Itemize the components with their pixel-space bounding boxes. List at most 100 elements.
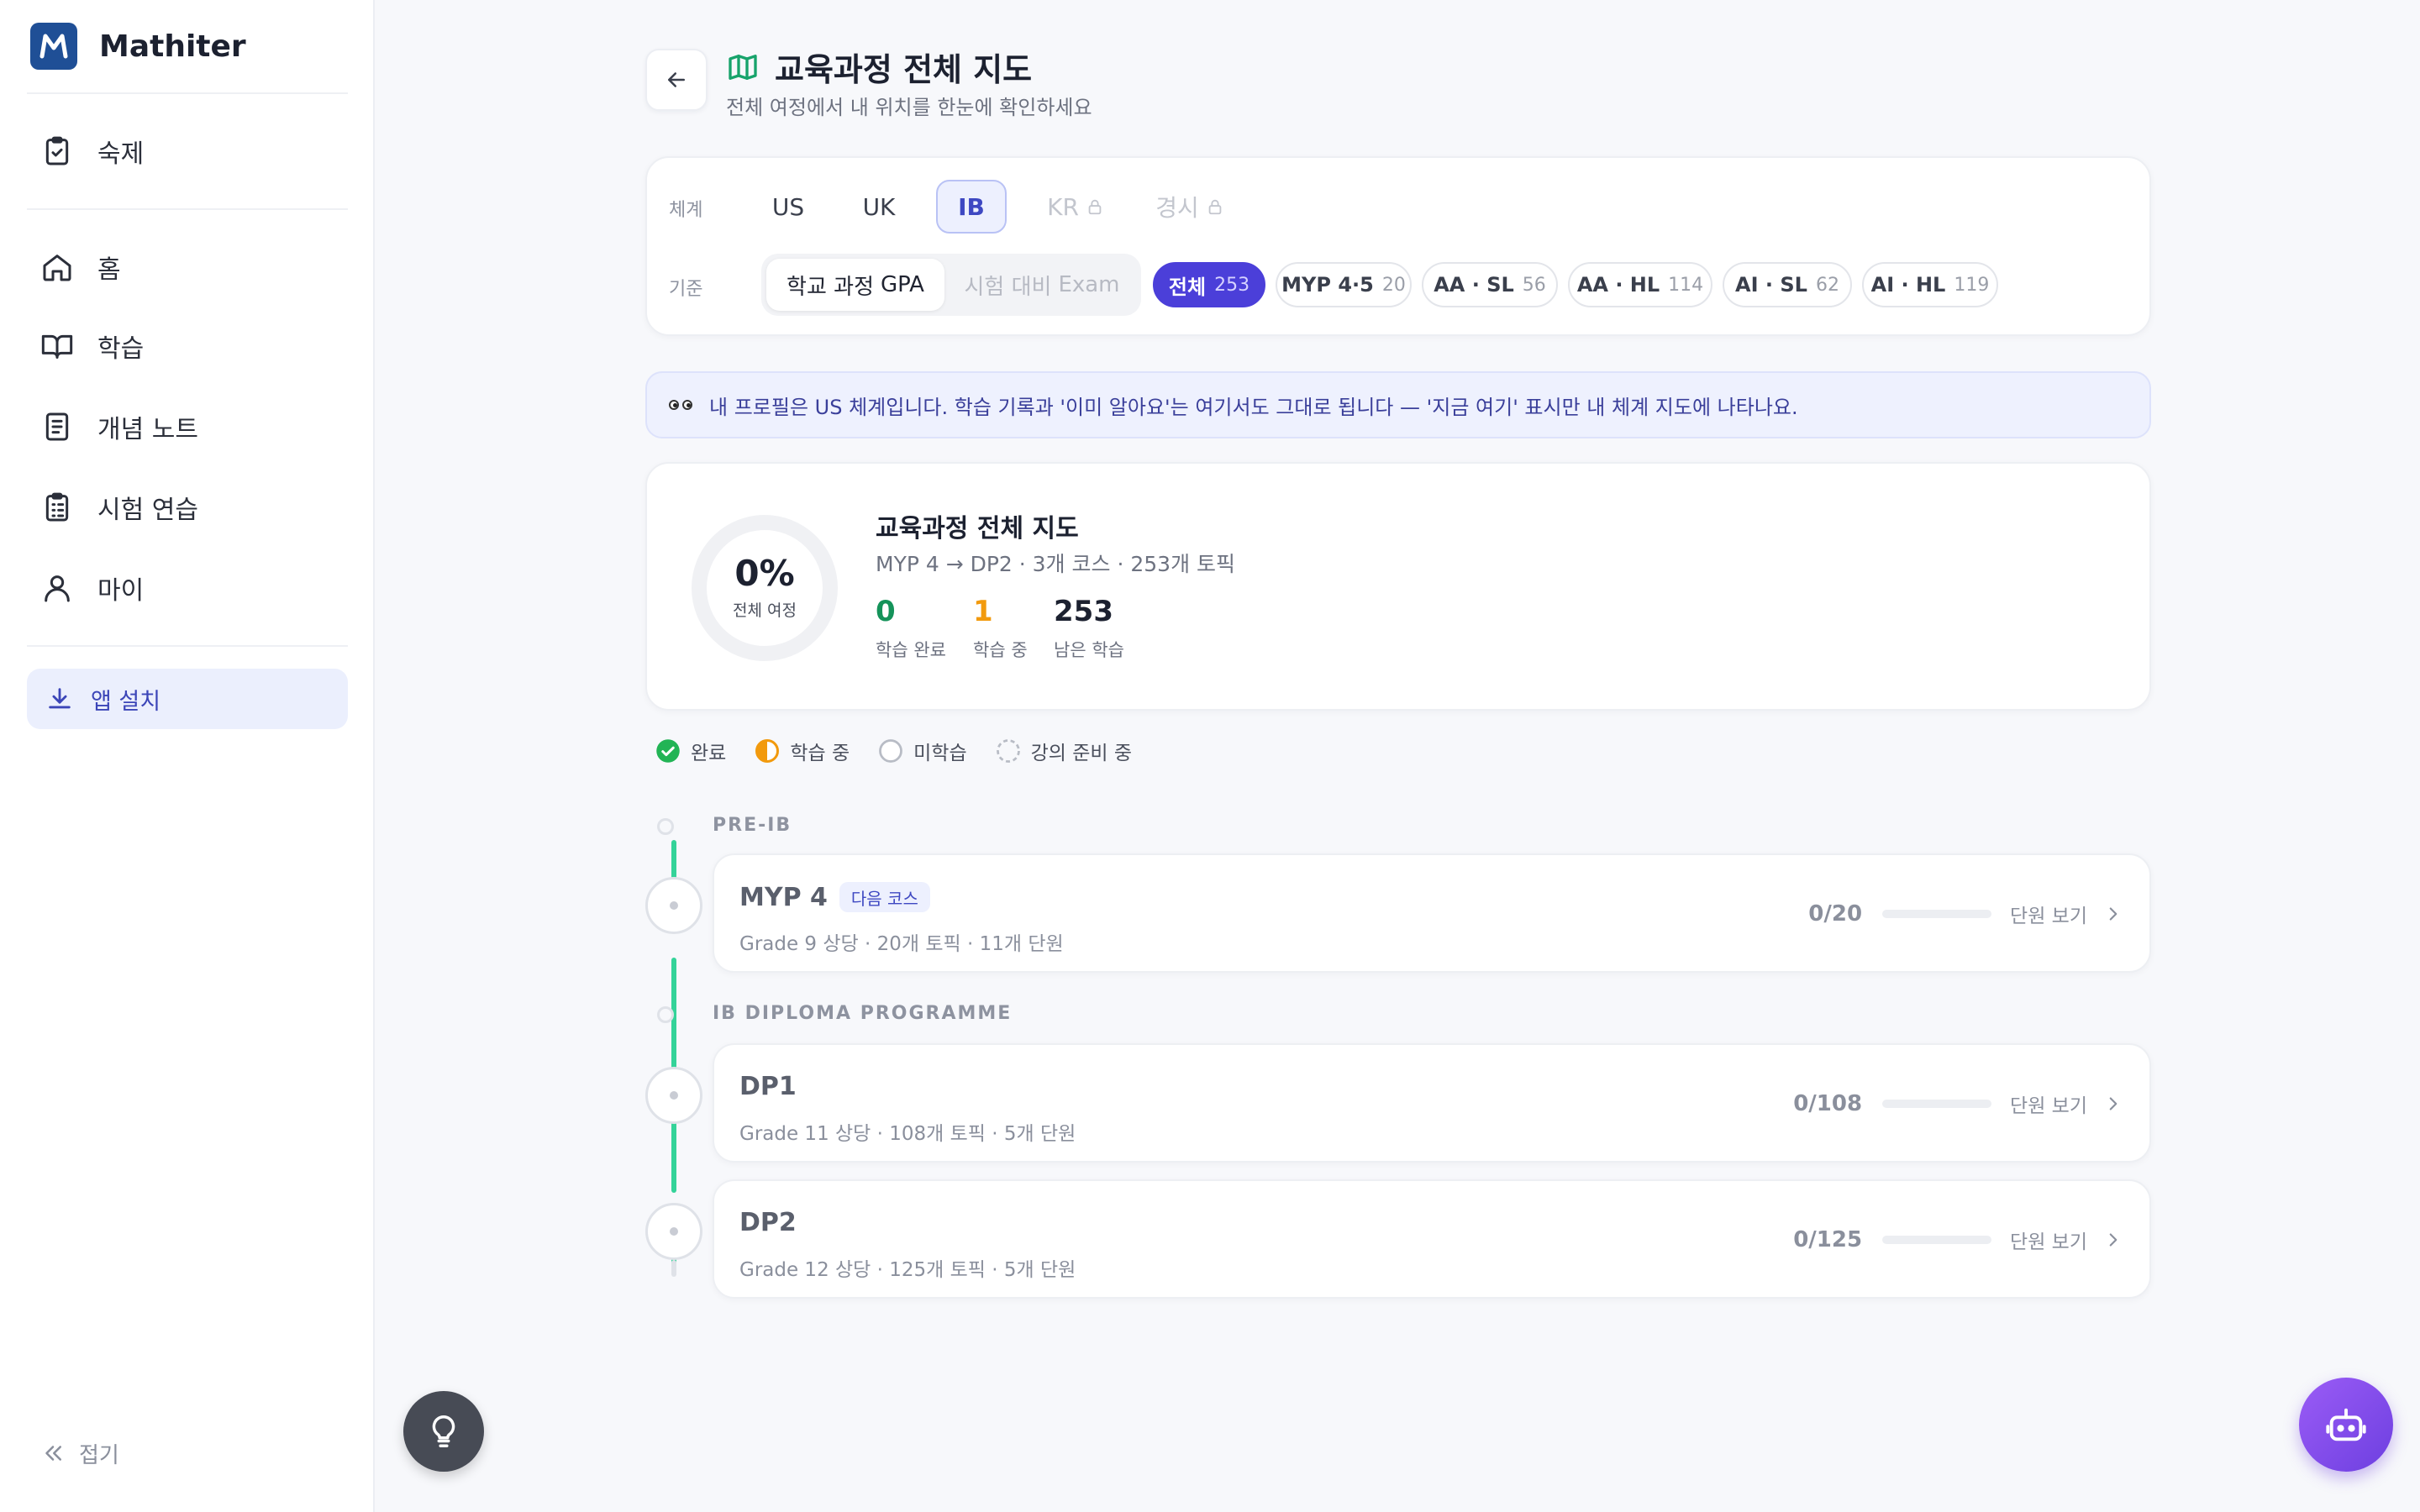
- course-progress: 0/20: [1808, 901, 1863, 927]
- course-progress-bar: [1882, 910, 1992, 918]
- sidebar-item-label: 시험 연습: [97, 496, 198, 525]
- half-circle-icon: [755, 739, 780, 763]
- lightbulb-icon: [432, 1415, 455, 1447]
- stat-in-progress: 1 학습 중: [973, 595, 1028, 662]
- sidebar-item-study[interactable]: 학습: [27, 314, 348, 378]
- stat-value: 253: [1054, 595, 1113, 628]
- sidebar-item-label: 개념 노트: [97, 415, 198, 444]
- course-node: [645, 1203, 702, 1260]
- tips-button[interactable]: [403, 1391, 484, 1472]
- sidebar-item-homework[interactable]: 숙제: [27, 119, 348, 183]
- sidebar-item-label: 마이: [97, 576, 145, 606]
- course-node: [645, 1067, 702, 1124]
- system-tab-olympiad[interactable]: 경시: [1143, 180, 1237, 234]
- dashed-circle-icon: [996, 739, 1020, 763]
- course-meta: Grade 9 상당 · 20개 토픽 · 11개 단원: [739, 933, 1064, 955]
- overall-percent-label: 전체 여정: [733, 601, 797, 620]
- system-filter-label: 체계: [669, 200, 703, 221]
- legend-item-in-progress: 학습 중: [755, 737, 850, 765]
- stat-label: 학습 중: [973, 640, 1028, 660]
- chevrons-left-icon: [45, 1446, 61, 1461]
- check-circle-icon: [656, 739, 680, 763]
- course-progress: 0/108: [1793, 1091, 1863, 1116]
- course-card-dp1[interactable]: DP1 Grade 11 상당 · 108개 토픽 · 5개 단원 0/108 …: [713, 1043, 2151, 1163]
- sidebar: Mathiter 숙제 홈 학습 개념 노트 시험 연습 마이 앱 설치 접기: [0, 0, 375, 1512]
- page-title: 교육과정 전체 지도: [775, 51, 1033, 88]
- system-tab-label: KR: [1047, 192, 1079, 221]
- ai-assistant-button[interactable]: [2299, 1378, 2393, 1472]
- install-app-label: 앱 설치: [91, 688, 161, 715]
- course-meta: Grade 11 상당 · 108개 토픽 · 5개 단원: [739, 1123, 1076, 1145]
- system-tab-uk[interactable]: UK: [837, 180, 921, 234]
- status-legend: 완료 학습 중 미학습 강의 준비 중: [655, 736, 1160, 766]
- system-tab-ib[interactable]: IB: [936, 180, 1007, 234]
- stat-label: 학습 완료: [876, 640, 946, 660]
- next-course-badge: 다음 코스: [839, 882, 930, 912]
- install-app-button[interactable]: 앱 설치: [27, 669, 348, 729]
- sidebar-item-concept-notes[interactable]: 개념 노트: [27, 395, 348, 459]
- robot-icon: [2326, 1408, 2366, 1441]
- chip-aa-sl[interactable]: AA · SL 56: [1422, 262, 1558, 307]
- basis-option-school[interactable]: 학교 과정 GPA: [766, 259, 944, 311]
- sidebar-item-my[interactable]: 마이: [27, 556, 348, 620]
- overall-percent: 0%: [734, 553, 795, 594]
- lock-icon: [1088, 199, 1102, 215]
- profile-notice: 내 프로필은 US 체계입니다. 학습 기록과 '이미 알아요'는 여기서도 그…: [645, 371, 2151, 438]
- brand-name: Mathiter: [99, 29, 246, 64]
- download-icon: [49, 688, 71, 709]
- chip-aa-hl[interactable]: AA · HL 114: [1568, 262, 1712, 307]
- course-progress-bar: [1882, 1236, 1992, 1244]
- view-units-link[interactable]: 단원 보기: [2010, 1089, 2087, 1118]
- sidebar-divider: [27, 92, 348, 94]
- stat-value: 1: [973, 595, 993, 628]
- view-units-link[interactable]: 단원 보기: [2010, 1226, 2087, 1254]
- legend-item-completed: 완료: [655, 737, 726, 765]
- clipboard-check-icon: [45, 136, 69, 165]
- chip-ai-sl[interactable]: AI · SL 62: [1723, 262, 1852, 307]
- course-card-dp2[interactable]: DP2 Grade 12 상당 · 125개 토픽 · 5개 단원 0/125 …: [713, 1179, 2151, 1299]
- system-tab-us[interactable]: US: [746, 180, 830, 234]
- chip-all[interactable]: 전체 253: [1153, 262, 1265, 307]
- sidebar-item-home[interactable]: 홈: [27, 235, 348, 299]
- summary-subtitle: MYP 4 → DP2 · 3개 코스 · 253개 토픽: [876, 552, 1236, 576]
- group-label-pre-ib: PRE-IB: [713, 815, 792, 836]
- page-header: 교육과정 전체 지도: [726, 44, 1032, 90]
- view-units-link[interactable]: 단원 보기: [2010, 900, 2087, 928]
- chip-myp[interactable]: MYP 4·5 20: [1276, 262, 1412, 307]
- basis-segmented-control: 학교 과정 GPA 시험 대비 Exam: [761, 254, 1141, 316]
- course-meta: Grade 12 상당 · 125개 토픽 · 5개 단원: [739, 1259, 1076, 1281]
- back-button[interactable]: [645, 49, 708, 111]
- book-open-icon: [41, 334, 73, 359]
- stat-value: 0: [876, 595, 896, 628]
- timeline-line: [671, 1260, 676, 1277]
- group-label-ib-dp: IB DIPLOMA PROGRAMME: [713, 1003, 1013, 1024]
- collapse-sidebar-button[interactable]: 접기: [40, 1436, 119, 1470]
- summary-title: 교육과정 전체 지도: [876, 514, 1079, 543]
- eyes-icon: [669, 400, 699, 410]
- stat-label: 남은 학습: [1054, 640, 1124, 660]
- page-subtitle: 전체 여정에서 내 위치를 한눈에 확인하세요: [726, 96, 1092, 119]
- sidebar-divider: [27, 208, 348, 210]
- summary-card: 0% 전체 여정 교육과정 전체 지도 MYP 4 → DP2 · 3개 코스 …: [645, 462, 2151, 711]
- chip-ai-hl[interactable]: AI · HL 119: [1862, 262, 1998, 307]
- course-name: DP2: [739, 1208, 797, 1237]
- chevron-right-icon: [2109, 1097, 2118, 1110]
- sidebar-divider: [27, 645, 348, 647]
- user-icon: [45, 575, 70, 602]
- sidebar-item-exam-practice[interactable]: 시험 연습: [27, 475, 348, 539]
- sidebar-item-label: 홈: [97, 255, 121, 285]
- filter-card: 체계 US UK IB KR 경시 기준 학교 과정 GPA 시험 대비 Exam …: [645, 156, 2151, 336]
- brand[interactable]: Mathiter: [30, 22, 246, 71]
- course-name: MYP 4: [739, 882, 828, 912]
- stat-completed: 0 학습 완료: [876, 595, 946, 662]
- notice-text: 내 프로필은 US 체계입니다. 학습 기록과 '이미 알아요'는 여기서도 그…: [709, 395, 1798, 419]
- clipboard-list-icon: [45, 492, 69, 522]
- chevron-right-icon: [2109, 907, 2118, 921]
- sidebar-item-label: 숙제: [97, 139, 145, 169]
- map-icon: [729, 54, 757, 80]
- basis-option-exam[interactable]: 시험 대비 Exam: [948, 259, 1136, 311]
- stat-remaining: 253 남은 학습: [1054, 595, 1124, 662]
- course-card-myp4[interactable]: MYP 4 다음 코스 Grade 9 상당 · 20개 토픽 · 11개 단원…: [713, 853, 2151, 973]
- system-tab-kr[interactable]: KR: [1034, 180, 1118, 234]
- basis-filter-label: 기준: [669, 279, 703, 300]
